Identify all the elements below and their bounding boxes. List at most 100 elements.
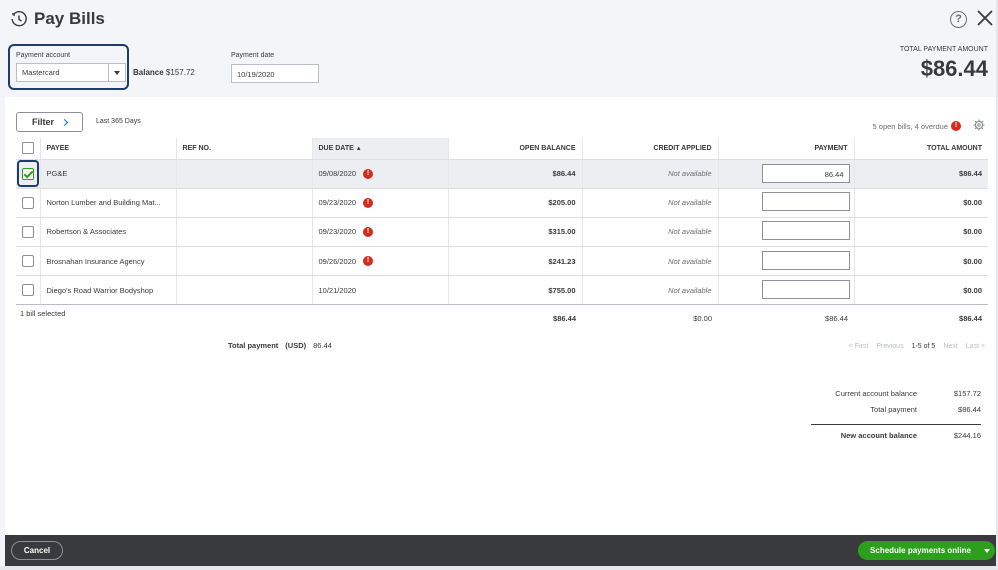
summary-new-balance-row: New account balance $244.16 bbox=[811, 424, 981, 446]
payment-input[interactable]: 86.44 bbox=[761, 164, 850, 184]
due-date-cell: 09/26/2020! bbox=[312, 246, 449, 277]
ref-cell bbox=[176, 275, 313, 306]
col-ref[interactable]: REF NO. bbox=[176, 138, 313, 160]
payment-cell bbox=[718, 246, 855, 277]
table-row[interactable]: Norton Lumber and Building Mat... 09/23/… bbox=[16, 188, 988, 218]
payment-account-value: Mastercard bbox=[22, 68, 60, 77]
filter-button[interactable]: Filter bbox=[16, 112, 83, 132]
row-checkbox[interactable] bbox=[21, 255, 34, 268]
col-payment[interactable]: PAYMENT bbox=[718, 138, 855, 160]
payee-cell[interactable]: Diego's Road Warrior Bodyshop bbox=[40, 275, 177, 306]
col-total-amount[interactable]: TOTAL AMOUNT bbox=[854, 138, 988, 160]
gear-icon[interactable] bbox=[973, 119, 985, 131]
open-bills-text: 5 open bills, 4 overdue bbox=[872, 121, 948, 131]
payment-cell: 86.44 bbox=[718, 159, 855, 189]
open-balance-cell: $755.00 bbox=[448, 275, 583, 306]
payee-cell[interactable]: Norton Lumber and Building Mat... bbox=[40, 188, 177, 218]
schedule-payments-label: Schedule payments online bbox=[870, 546, 971, 555]
footer-credit-applied: $0.00 bbox=[693, 313, 712, 323]
payment-input[interactable] bbox=[761, 221, 850, 241]
payment-account-select[interactable]: Mastercard bbox=[16, 63, 126, 82]
pager-next[interactable]: Next bbox=[943, 343, 957, 350]
filter-label: Filter bbox=[31, 117, 54, 127]
payment-input[interactable] bbox=[761, 192, 850, 212]
payee-cell[interactable]: Robertson & Associates bbox=[40, 217, 177, 248]
row-checkbox[interactable] bbox=[21, 225, 34, 238]
col-credit-applied[interactable]: CREDIT APPLIED bbox=[582, 138, 719, 160]
table-row[interactable]: Robertson & Associates 09/23/2020! $315.… bbox=[16, 217, 988, 248]
select-all-checkbox[interactable] bbox=[22, 142, 34, 155]
ref-cell bbox=[176, 217, 313, 248]
due-date-cell: 10/21/2020 bbox=[312, 275, 449, 306]
checkbox-highlight bbox=[16, 160, 39, 188]
overdue-alert-icon: ! bbox=[363, 226, 374, 237]
schedule-payments-button[interactable]: Schedule payments online bbox=[858, 541, 995, 560]
current-balance-value: $157.72 bbox=[953, 389, 981, 398]
summary-payment-label: Total payment bbox=[870, 405, 917, 414]
dropdown-caret-icon[interactable] bbox=[108, 64, 125, 81]
total-amount-cell: $0.00 bbox=[854, 188, 988, 218]
table-row[interactable]: PG&E 09/08/2020! $86.44 Not available 86… bbox=[16, 159, 988, 189]
table-row[interactable]: Diego's Road Warrior Bodyshop 10/21/2020… bbox=[16, 275, 988, 306]
cancel-button[interactable]: Cancel bbox=[11, 541, 63, 560]
col-due-date[interactable]: DUE DATE ▲ bbox=[312, 138, 449, 160]
total-payment-currency: (USD) bbox=[285, 341, 307, 350]
selected-count: 1 bill selected bbox=[20, 309, 66, 319]
due-date-cell: 09/23/2020! bbox=[312, 217, 449, 248]
credit-applied-cell: Not available bbox=[582, 275, 719, 306]
row-checkbox[interactable] bbox=[21, 167, 34, 180]
pager-last[interactable]: Last > bbox=[966, 343, 985, 350]
credit-applied-cell: Not available bbox=[582, 188, 719, 218]
payment-date-label: Payment date bbox=[231, 52, 275, 59]
balance-label: Balance bbox=[133, 68, 164, 77]
close-icon[interactable] bbox=[976, 9, 994, 27]
pager-first[interactable]: < First bbox=[849, 343, 869, 350]
due-date-value: 09/23/2020 bbox=[318, 198, 357, 208]
payment-account-label: Payment account bbox=[16, 52, 71, 59]
row-select-cell bbox=[16, 217, 41, 248]
title-area: Pay Bills bbox=[11, 9, 105, 29]
row-select-cell bbox=[16, 188, 41, 218]
due-date-cell: 09/08/2020! bbox=[312, 159, 449, 189]
pagination: < First Previous 1-5 of 5 Next Last > bbox=[849, 343, 985, 350]
payment-input[interactable] bbox=[761, 279, 850, 299]
table-row[interactable]: Brosnahan Insurance Agency 09/26/2020! $… bbox=[16, 246, 988, 277]
col-payee[interactable]: PAYEE bbox=[40, 138, 177, 160]
total-payment-amount-value: $86.44 bbox=[920, 56, 988, 81]
table-header-row: PAYEE REF NO. DUE DATE ▲ OPEN BALANCE CR… bbox=[16, 138, 988, 160]
total-amount-cell: $86.44 bbox=[854, 159, 988, 189]
total-amount-cell: $0.00 bbox=[854, 217, 988, 248]
credit-applied-cell: Not available bbox=[582, 217, 719, 248]
balance-value: $157.72 bbox=[165, 68, 195, 77]
total-payment-value: 86.44 bbox=[313, 341, 332, 350]
payment-cell bbox=[718, 188, 855, 218]
footer-payment: $86.44 bbox=[825, 313, 848, 323]
payee-cell[interactable]: PG&E bbox=[40, 159, 177, 189]
payment-date-input[interactable]: 10/19/2020 bbox=[231, 64, 319, 83]
schedule-dropdown-icon[interactable] bbox=[979, 548, 995, 553]
payment-input[interactable] bbox=[761, 250, 850, 270]
row-checkbox[interactable] bbox=[21, 284, 34, 297]
payment-cell bbox=[718, 275, 855, 306]
footer-open-balance: $86.44 bbox=[553, 313, 576, 323]
bills-table: PAYEE REF NO. DUE DATE ▲ OPEN BALANCE CR… bbox=[16, 138, 988, 331]
date-range-text: Last 365 Days bbox=[96, 118, 141, 125]
row-checkbox[interactable] bbox=[21, 196, 34, 209]
sort-ascending-icon: ▲ bbox=[355, 145, 362, 152]
col-open-balance[interactable]: OPEN BALANCE bbox=[448, 138, 583, 160]
pager-previous[interactable]: Previous bbox=[876, 343, 903, 350]
help-icon[interactable]: ? bbox=[950, 11, 967, 28]
open-balance-cell: $315.00 bbox=[448, 217, 583, 248]
new-balance-value: $244.16 bbox=[953, 431, 981, 440]
open-balance-cell: $205.00 bbox=[448, 188, 583, 218]
new-balance-label: New account balance bbox=[840, 431, 917, 440]
overdue-alert-icon: ! bbox=[363, 168, 374, 179]
history-icon[interactable] bbox=[11, 11, 27, 27]
due-date-cell: 09/23/2020! bbox=[312, 188, 449, 218]
due-date-value: 09/08/2020 bbox=[318, 169, 357, 179]
payee-cell[interactable]: Brosnahan Insurance Agency bbox=[40, 246, 177, 277]
row-select-cell bbox=[16, 159, 41, 189]
row-select-cell bbox=[16, 275, 41, 306]
ref-cell bbox=[176, 159, 313, 189]
window-bottom-edge bbox=[0, 566, 998, 570]
